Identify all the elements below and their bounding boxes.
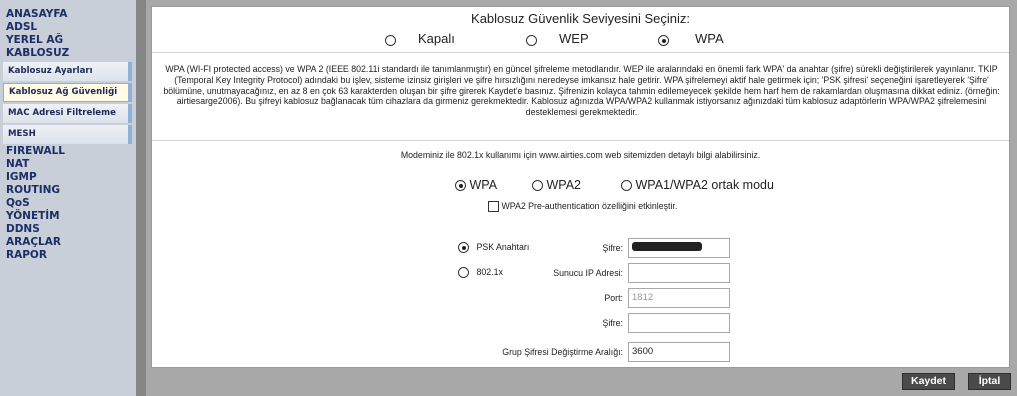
nav-ddns[interactable]: DDNS [0,223,136,236]
wpa-description: WPA (WI-FI protected access) ve WPA 2 (I… [163,64,1000,118]
server-ip-input[interactable] [628,263,730,283]
secret-input[interactable] [628,313,730,333]
nav-araclar[interactable]: ARAÇLAR [0,236,136,249]
nav-yonetim[interactable]: YÖNETİM [0,210,136,223]
nav-yerel-ag[interactable]: YEREL AĞ [0,34,136,47]
dot1x-row: 802.1x Sunucu IP Adresi: [152,263,1009,283]
radio-icon[interactable] [532,180,543,192]
nav-routing[interactable]: ROUTING [0,184,136,197]
sub-nav-kablosuz-ayarlari[interactable]: Kablosuz Ayarları [3,62,132,81]
security-option-wep[interactable]: WEP [526,31,589,47]
wpa-mode-wpa[interactable]: WPA [455,178,497,192]
nav-adsl[interactable]: ADSL [0,21,136,34]
nav-nat[interactable]: NAT [0,158,136,171]
security-option-wpa[interactable]: WPA [658,31,724,47]
secret-label: Şifre: [602,318,623,328]
security-level-title: Kablosuz Güvenlik Seviyesini Seçiniz: [471,11,690,26]
radio-icon[interactable] [385,35,396,47]
wpa2-preauth-checkbox[interactable]: WPA2 Pre-authentication özelliğini etkin… [488,201,677,213]
sidebar-nav: ANASAYFA ADSL YEREL AĞ KABLOSUZ Kablosuz… [0,0,136,396]
save-button[interactable]: Kaydet [902,373,955,390]
nav-igmp[interactable]: IGMP [0,171,136,184]
port-input[interactable]: 1812 [628,288,730,308]
sidebar-divider [136,0,146,396]
radio-icon[interactable] [621,180,632,192]
secret-row: Şifre: [152,313,1009,333]
wpa-mode-wpa1-wpa2[interactable]: WPA1/WPA2 ortak modu [621,178,774,192]
port-label: Port: [604,293,623,303]
group-interval-label: Grup Şifresi Değiştirme Aralığı: [502,347,623,357]
server-ip-label: Sunucu IP Adresi: [553,268,623,278]
security-level-options: Kapalı WEP WPA [152,31,1009,48]
group-interval-row: Grup Şifresi Değiştirme Aralığı: 3600 [152,342,1009,362]
divider-line [152,52,1009,53]
main-panel: Kablosuz Güvenlik Seviyesini Seçiniz: Ka… [146,0,1017,396]
nav-firewall[interactable]: FIREWALL [0,145,136,158]
nav-kablosuz[interactable]: KABLOSUZ [0,47,136,60]
radio-icon[interactable] [458,267,469,279]
nav-qos[interactable]: QoS [0,197,136,210]
settings-form: Kablosuz Güvenlik Seviyesini Seçiniz: Ka… [151,6,1010,368]
psk-row: PSK Anahtarı Şifre: [152,238,1009,258]
cancel-button[interactable]: İptal [968,373,1011,390]
nav-rapor[interactable]: RAPOR [0,249,136,262]
redacted-password [632,241,702,251]
security-option-kapali[interactable]: Kapalı [385,31,455,47]
radio-selected-icon[interactable] [455,180,466,192]
auth-option-8021x[interactable]: 802.1x [458,267,503,279]
divider-line [152,140,1009,141]
sub-nav-kablosuz-ag-guvenligi[interactable]: Kablosuz Ağ Güvenliği [3,83,132,102]
sidebar-top-bar [0,0,136,8]
radio-icon[interactable] [526,35,537,47]
sub-nav-mac-adresi-filtreleme[interactable]: MAC Adresi Filtreleme [3,104,132,123]
port-row: Port: 1812 [152,288,1009,308]
radio-selected-icon[interactable] [458,242,469,254]
nav-anasayfa[interactable]: ANASAYFA [0,8,136,21]
password-label: Şifre: [602,243,623,253]
auth-option-psk[interactable]: PSK Anahtarı [458,242,529,254]
psk-password-input[interactable] [628,238,730,258]
dot1x-info-text: Modeminiz ile 802.1x kullanımı için www.… [400,150,761,160]
sub-nav-mesh[interactable]: MESH [3,125,132,144]
wpa-mode-wpa2[interactable]: WPA2 [532,178,581,192]
radio-selected-icon[interactable] [658,35,669,47]
checkbox-icon[interactable] [488,201,499,213]
wpa-mode-options: WPA WPA2 WPA1/WPA2 ortak modu [152,178,1009,194]
group-interval-input[interactable]: 3600 [628,342,730,362]
